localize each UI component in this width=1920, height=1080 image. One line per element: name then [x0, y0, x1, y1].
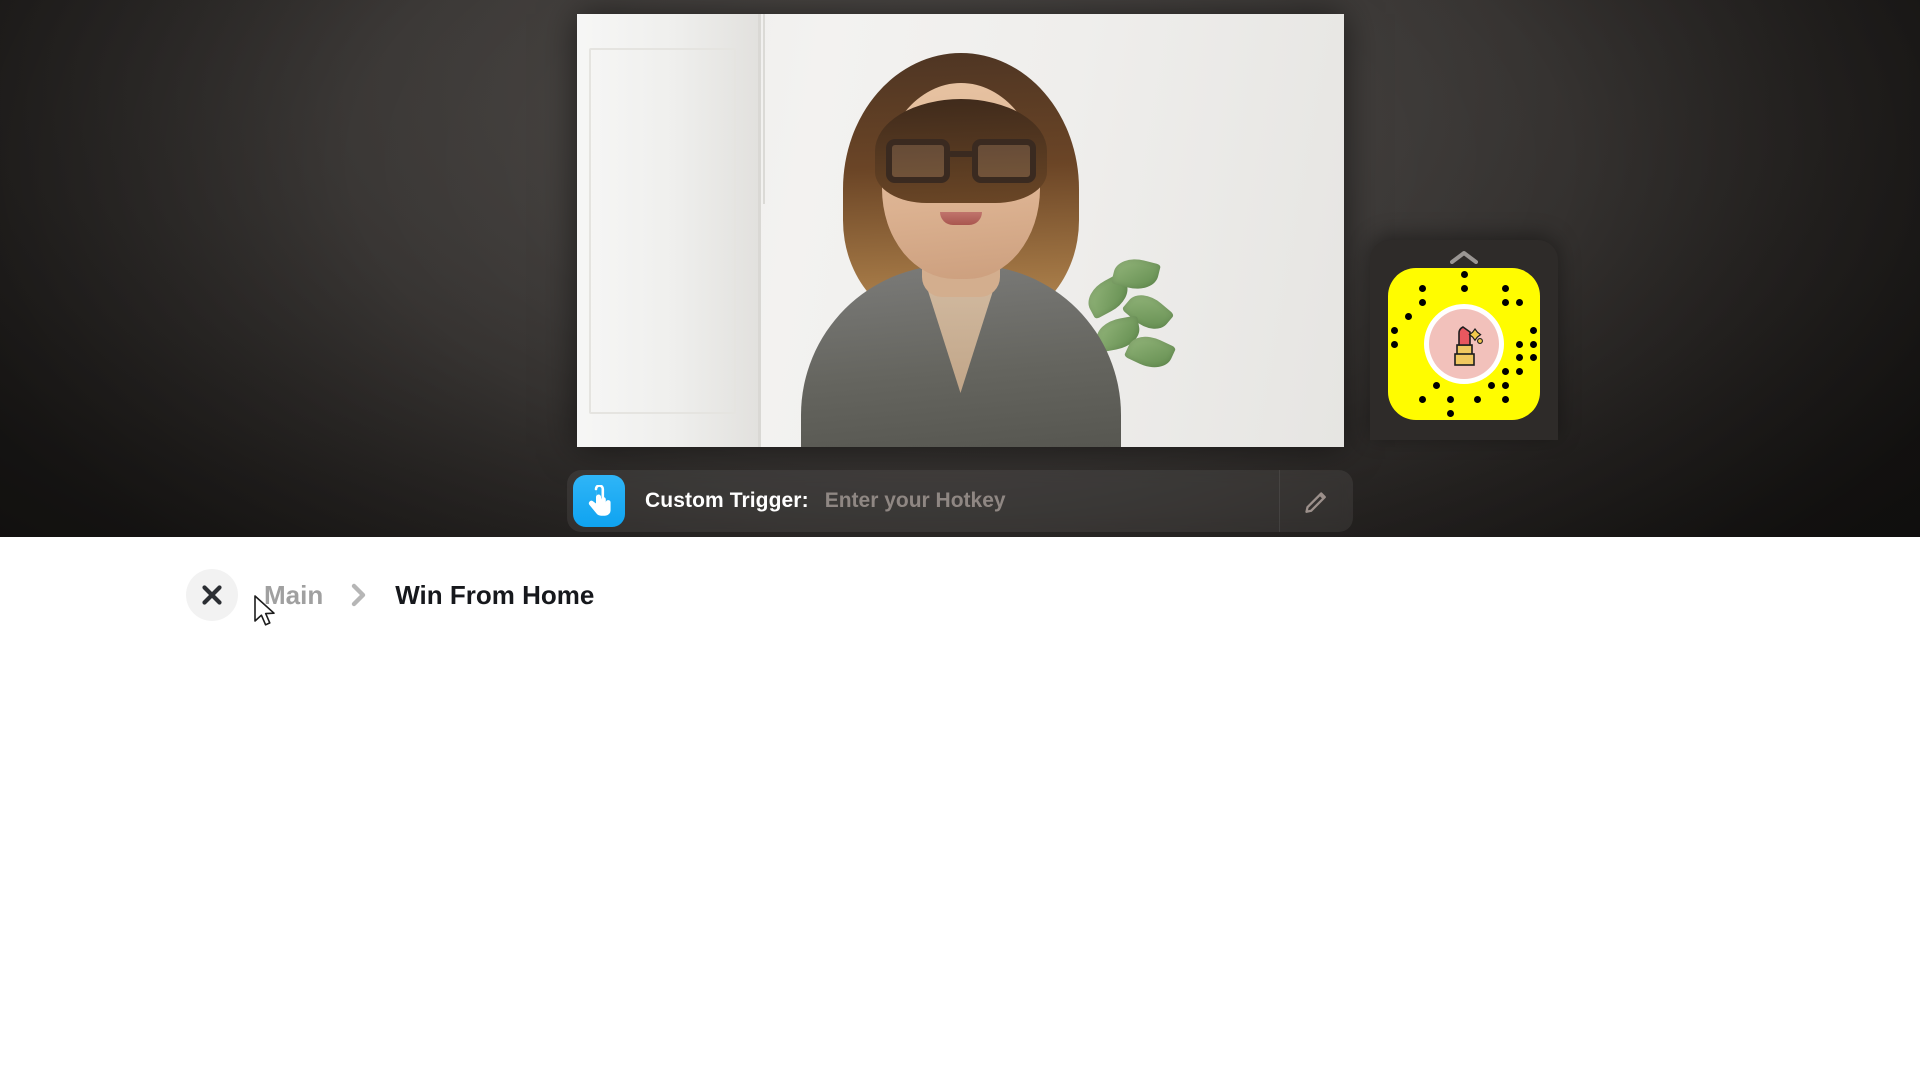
custom-trigger-bar: Custom Trigger: Enter your Hotkey	[567, 470, 1353, 532]
breadcrumb: Main Win From Home	[186, 567, 594, 623]
breadcrumb-parent[interactable]: Main	[264, 580, 323, 611]
camera-preview-content	[577, 14, 1344, 447]
pencil-icon[interactable]	[1279, 470, 1353, 532]
lipstick-icon	[1429, 309, 1499, 379]
breadcrumb-current: Win From Home	[395, 579, 595, 610]
snapcode-panel[interactable]	[1370, 240, 1558, 440]
custom-trigger-label: Custom Trigger:	[645, 489, 809, 512]
snap-camera-window: Custom Trigger: Enter your Hotkey Main W…	[0, 0, 1920, 1080]
eyeglasses	[885, 139, 1036, 185]
camera-preview[interactable]	[577, 14, 1344, 447]
tap-gesture-icon	[573, 475, 625, 527]
scene-corner	[763, 14, 765, 204]
person-in-frame	[796, 53, 1126, 447]
preview-area: Custom Trigger: Enter your Hotkey	[0, 0, 1920, 537]
close-icon[interactable]	[186, 569, 238, 621]
snapcode-image	[1388, 268, 1540, 420]
scene-door	[577, 14, 761, 447]
snapcode-lens-icon-ring	[1424, 304, 1504, 384]
hotkey-input[interactable]: Enter your Hotkey	[825, 470, 1279, 532]
lens-browser: Main Win From Home Makeup Wa...by Snap I…	[0, 537, 1920, 1080]
chevron-up-icon[interactable]	[1450, 250, 1478, 264]
chevron-right-icon	[351, 583, 367, 607]
